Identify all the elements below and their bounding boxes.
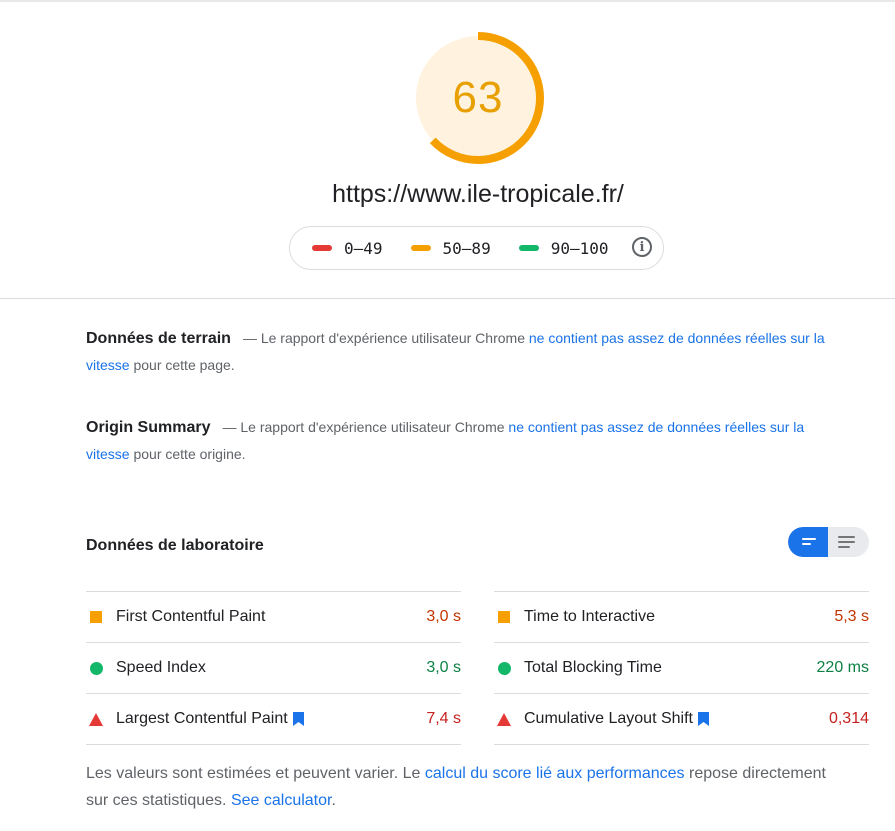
metric-value: 7,4 s bbox=[426, 710, 461, 727]
origin-summary-dash: — bbox=[222, 419, 237, 435]
metric-name: Speed Index bbox=[116, 659, 206, 676]
origin-summary-section: Origin Summary — Le rapport d'expérience … bbox=[86, 414, 826, 468]
metric-value: 5,3 s bbox=[834, 608, 869, 625]
field-data-title: Données de terrain bbox=[86, 330, 231, 347]
top-border bbox=[0, 0, 895, 2]
legend-average-label: 50–89 bbox=[442, 238, 491, 258]
tested-url: https://www.ile-tropicale.fr/ bbox=[332, 180, 624, 208]
score-legend: 0–49 50–89 90–100 i bbox=[289, 226, 664, 270]
performance-score-gauge: 63 bbox=[410, 30, 546, 166]
legend-pass-bar bbox=[518, 245, 539, 251]
fail-triangle-icon bbox=[497, 712, 511, 726]
metric-value: 0,314 bbox=[828, 710, 869, 727]
field-data-text-after: pour cette page. bbox=[133, 357, 235, 373]
field-data-text: Le rapport d'expérience utilisateur Chro… bbox=[260, 330, 525, 346]
pass-circle-icon bbox=[498, 661, 511, 675]
metrics-column-right: Time to Interactive 5,3 s Total Blocking… bbox=[494, 591, 869, 745]
legend-average-bar bbox=[410, 245, 431, 251]
section-divider bbox=[0, 298, 895, 299]
metric-value: 220 ms bbox=[816, 659, 869, 676]
lab-data-footer: Les valeurs sont estimées et peuvent var… bbox=[86, 760, 826, 814]
legend-item-average: 50–89 bbox=[410, 238, 491, 258]
metric-name: Cumulative Layout Shift bbox=[524, 710, 693, 727]
legend-fail-bar bbox=[312, 245, 332, 251]
field-data-dash: — bbox=[242, 330, 257, 346]
bookmark-icon[interactable] bbox=[697, 712, 709, 726]
origin-summary-text-after: pour cette origine. bbox=[133, 446, 246, 462]
metric-value: 3,0 s bbox=[426, 659, 461, 676]
pass-circle-icon bbox=[90, 661, 103, 675]
origin-summary-title: Origin Summary bbox=[86, 419, 211, 436]
score-calculation-link[interactable]: calcul du score lié aux performances bbox=[425, 765, 685, 782]
lab-data-title: Données de laboratoire bbox=[86, 537, 264, 554]
performance-score: 63 bbox=[452, 73, 504, 122]
metric-time-to-interactive: Time to Interactive 5,3 s bbox=[494, 591, 869, 642]
metric-speed-index: Speed Index 3,0 s bbox=[86, 642, 461, 693]
summary-view-button[interactable] bbox=[788, 527, 828, 557]
metric-total-blocking-time: Total Blocking Time 220 ms bbox=[494, 642, 869, 693]
metric-name: Time to Interactive bbox=[524, 608, 656, 625]
footer-text-3: . bbox=[331, 792, 336, 809]
legend-item-fail: 0–49 bbox=[312, 239, 383, 258]
legend-pass-label: 90–100 bbox=[550, 238, 609, 258]
bookmark-icon[interactable] bbox=[292, 712, 304, 726]
info-icon[interactable]: i bbox=[632, 237, 652, 257]
metric-cumulative-layout-shift: Cumulative Layout Shift 0,314 bbox=[494, 693, 869, 744]
see-calculator-link[interactable]: See calculator bbox=[231, 792, 332, 809]
field-data-section: Données de terrain — Le rapport d'expérie… bbox=[86, 325, 826, 379]
footer-text-1: Les valeurs sont estimées et peuvent var… bbox=[86, 765, 421, 782]
average-square-icon bbox=[90, 611, 102, 623]
legend-item-pass: 90–100 bbox=[518, 238, 609, 258]
metrics-bottom-border bbox=[86, 744, 461, 745]
origin-summary-text: Le rapport d'expérience utilisateur Chro… bbox=[240, 419, 505, 435]
metric-first-contentful-paint: First Contentful Paint 3,0 s bbox=[86, 591, 461, 642]
metric-largest-contentful-paint: Largest Contentful Paint 7,4 s bbox=[86, 693, 461, 744]
average-square-icon bbox=[498, 611, 510, 623]
metrics-bottom-border bbox=[494, 744, 869, 745]
metric-value: 3,0 s bbox=[426, 608, 461, 625]
metrics-view-toggle bbox=[788, 527, 869, 557]
metric-name: Largest Contentful Paint bbox=[116, 710, 288, 727]
legend-fail-label: 0–49 bbox=[344, 238, 383, 258]
list-view-button[interactable] bbox=[828, 527, 869, 557]
fail-triangle-icon bbox=[89, 712, 103, 726]
metrics-column-left: First Contentful Paint 3,0 s Speed Index… bbox=[86, 591, 461, 745]
metric-name: First Contentful Paint bbox=[116, 608, 266, 625]
metric-name: Total Blocking Time bbox=[524, 659, 662, 676]
